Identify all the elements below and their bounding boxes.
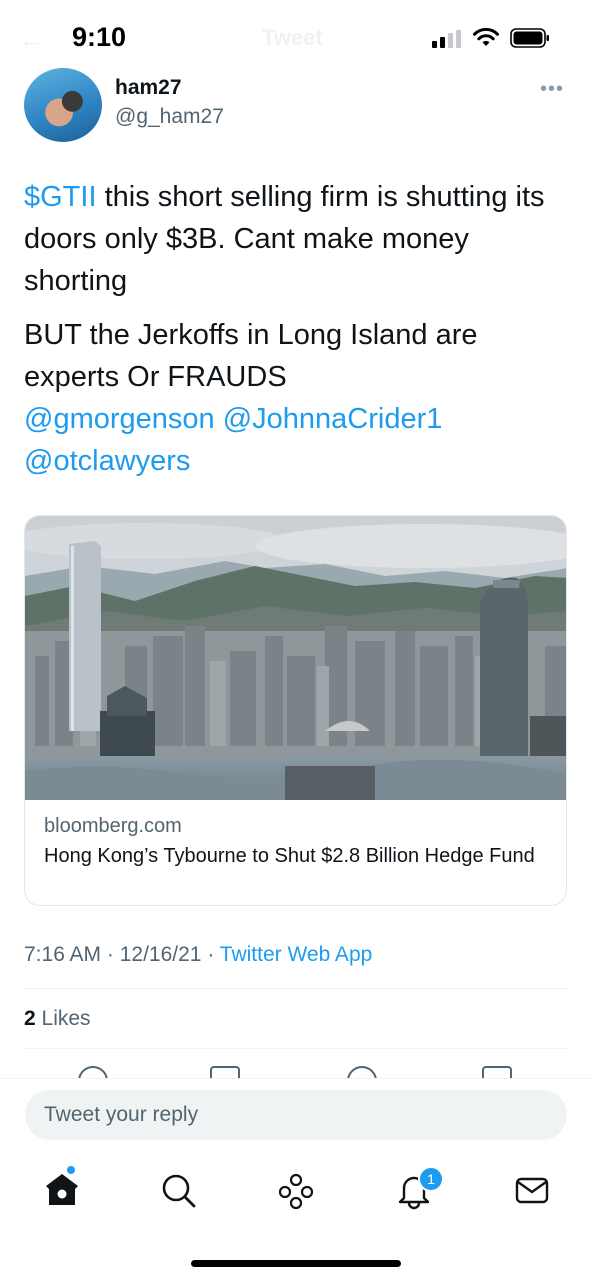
separator: · (201, 943, 220, 966)
cellular-signal-icon (432, 30, 464, 48)
share-icon[interactable] (482, 1066, 512, 1078)
mention-link[interactable]: @otclawyers (24, 445, 190, 477)
reply-icon[interactable] (78, 1066, 108, 1078)
battery-icon (510, 28, 549, 48)
cashtag-link[interactable]: $GTII (24, 181, 97, 213)
mention-link[interactable]: @JohnnaCrider1 (223, 403, 443, 435)
retweet-icon[interactable] (210, 1066, 240, 1078)
more-dots-icon[interactable]: ••• (540, 78, 564, 101)
user-handle[interactable]: @g_ham27 (115, 105, 224, 129)
reply-input[interactable]: Tweet your reply (25, 1090, 567, 1140)
card-image (25, 516, 566, 800)
card-title: Hong Kong’s Tybourne to Shut $2.8 Billio… (44, 845, 535, 867)
divider (24, 988, 567, 989)
search-icon[interactable] (158, 1170, 198, 1210)
tweet-actions (0, 1060, 591, 1078)
separator: · (101, 943, 120, 966)
avatar[interactable] (24, 68, 102, 142)
divider (24, 1048, 567, 1049)
reply-placeholder: Tweet your reply (44, 1103, 199, 1126)
likes-number: 2 (24, 1007, 36, 1030)
likes-count[interactable]: 2 Likes (24, 1007, 91, 1031)
tweet-timestamp: 7:16 AM · 12/16/21 · Twitter Web App (24, 943, 372, 967)
tweet-date: 12/16/21 (119, 943, 202, 966)
home-indicator (191, 1260, 401, 1267)
likes-label: Likes (35, 1007, 91, 1030)
mention-link[interactable]: @gmorgenson (24, 403, 215, 435)
tweet-text: $GTII this short selling firm is shuttin… (24, 176, 569, 482)
header-title: Tweet (262, 25, 323, 50)
link-preview-card[interactable]: bloomberg.com Hong Kong’s Tybourne to Sh… (24, 515, 567, 906)
home-icon[interactable] (42, 1170, 82, 1210)
messages-icon[interactable] (512, 1170, 552, 1210)
tweet-text-line: BUT the Jerkoffs in Long Island are expe… (24, 319, 478, 393)
tweet-text-line: this short selling firm is shutting its … (24, 181, 545, 297)
home-notification-dot (66, 1165, 76, 1175)
card-domain: bloomberg.com (44, 815, 182, 837)
divider (0, 1078, 591, 1079)
wifi-icon (473, 27, 499, 46)
spaces-icon[interactable] (276, 1170, 316, 1210)
status-bar: ← Tweet 9:10 (0, 0, 591, 80)
tweet-time: 7:16 AM (24, 943, 102, 966)
back-arrow-icon[interactable]: ← (18, 24, 44, 55)
display-name[interactable]: ham27 (115, 76, 182, 100)
like-icon[interactable] (347, 1066, 377, 1078)
notification-badge: 1 (418, 1166, 444, 1192)
source-app-link[interactable]: Twitter Web App (220, 943, 373, 966)
status-time: 9:10 (72, 22, 127, 52)
